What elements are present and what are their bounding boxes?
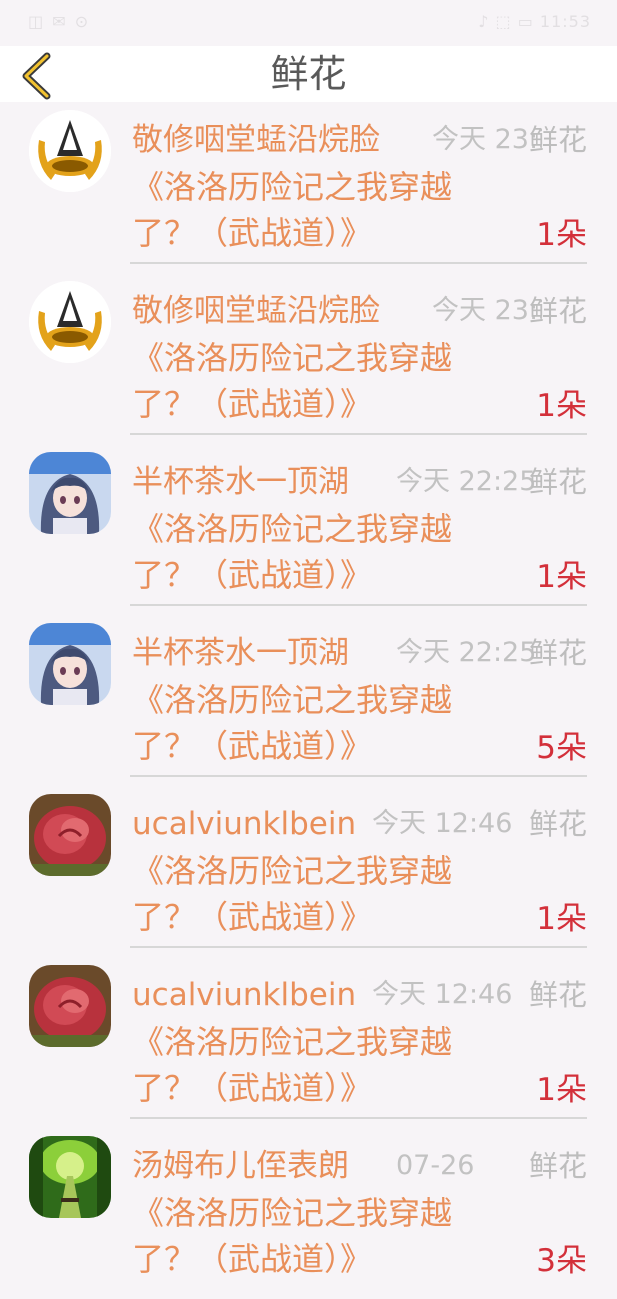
avatar[interactable] bbox=[29, 281, 111, 363]
list-item[interactable]: 半杯茶水一顶湖 今天 22:25 鲜花 《洛洛历险记之我穿越了？（武战道）》 1… bbox=[0, 444, 617, 615]
avatar[interactable] bbox=[29, 965, 111, 1047]
flower-count: 1朵 bbox=[536, 559, 587, 595]
gift-type-label: 鲜花 bbox=[528, 636, 587, 670]
nav-bar: 鲜花 bbox=[0, 46, 617, 102]
gift-type-label: 鲜花 bbox=[528, 807, 587, 841]
book-title[interactable]: 《洛洛历险记之我穿越了？（武战道）》 bbox=[132, 164, 512, 256]
flower-gift-list: 敬修咽堂蜢沿烷脸 今天 23:30 鲜花 《洛洛历险记之我穿越了？（武战道）》 … bbox=[0, 102, 617, 1299]
status-bar: ◫ ✉ ⊙ ♪ ⬚ ▭ 11:53 bbox=[0, 0, 617, 46]
avatar[interactable] bbox=[29, 452, 111, 534]
gift-time: 今天 22:25 bbox=[396, 466, 536, 497]
book-title[interactable]: 《洛洛历险记之我穿越了？（武战道）》 bbox=[132, 335, 512, 427]
wolf-logo-icon bbox=[29, 110, 111, 192]
avatar[interactable] bbox=[29, 623, 111, 705]
anime-girl-icon bbox=[29, 623, 111, 705]
username[interactable]: 半杯茶水一顶湖 bbox=[132, 460, 422, 504]
book-title[interactable]: 《洛洛历险记之我穿越了？（武战道）》 bbox=[132, 1190, 512, 1282]
divider bbox=[130, 433, 587, 435]
rose-icon bbox=[29, 965, 111, 1047]
divider bbox=[130, 775, 587, 777]
flower-count: 1朵 bbox=[536, 901, 587, 937]
avatar[interactable] bbox=[29, 110, 111, 192]
list-item[interactable]: 敬修咽堂蜢沿烷脸 今天 23:30 鲜花 《洛洛历险记之我穿越了？（武战道）》 … bbox=[0, 273, 617, 444]
gift-time: 今天 12:46 bbox=[372, 808, 513, 839]
gift-type-label: 鲜花 bbox=[528, 123, 587, 157]
username[interactable]: 汤姆布儿侄表朗 bbox=[132, 1144, 422, 1188]
gift-type-label: 鲜花 bbox=[528, 294, 587, 328]
avatar[interactable] bbox=[29, 794, 111, 876]
status-icons-left: ◫ ✉ ⊙ bbox=[28, 12, 91, 31]
gift-time: 今天 22:25 bbox=[396, 637, 536, 668]
avatar[interactable] bbox=[29, 1136, 111, 1218]
forest-path-icon bbox=[29, 1136, 111, 1218]
wolf-logo-icon bbox=[29, 281, 111, 363]
list-item[interactable]: 半杯茶水一顶湖 今天 22:25 鲜花 《洛洛历险记之我穿越了？（武战道）》 5… bbox=[0, 615, 617, 786]
list-item[interactable]: 敬修咽堂蜢沿烷脸 今天 23:30 鲜花 《洛洛历险记之我穿越了？（武战道）》 … bbox=[0, 102, 617, 273]
flower-count: 1朵 bbox=[536, 388, 587, 424]
divider bbox=[130, 1117, 587, 1119]
book-title[interactable]: 《洛洛历险记之我穿越了？（武战道）》 bbox=[132, 506, 512, 598]
list-item[interactable]: 汤姆布儿侄表朗 07-26 鲜花 《洛洛历险记之我穿越了？（武战道）》 3朵 bbox=[0, 1128, 617, 1299]
gift-time: 今天 23:30 bbox=[432, 295, 542, 326]
flower-count: 5朵 bbox=[536, 730, 587, 766]
flower-count: 1朵 bbox=[536, 217, 587, 253]
list-item[interactable]: ucalviunklbein 今天 12:46 鲜花 《洛洛历险记之我穿越了？（… bbox=[0, 957, 617, 1128]
gift-type-label: 鲜花 bbox=[528, 1149, 587, 1183]
flower-count: 3朵 bbox=[536, 1243, 587, 1279]
book-title[interactable]: 《洛洛历险记之我穿越了？（武战道）》 bbox=[132, 1019, 512, 1111]
username[interactable]: 半杯茶水一顶湖 bbox=[132, 631, 422, 675]
page-title: 鲜花 bbox=[270, 52, 347, 96]
gift-type-label: 鲜花 bbox=[528, 465, 587, 499]
username[interactable]: 敬修咽堂蜢沿烷脸 bbox=[132, 118, 422, 162]
divider bbox=[130, 262, 587, 264]
divider bbox=[130, 946, 587, 948]
gift-type-label: 鲜花 bbox=[528, 978, 587, 1012]
book-title[interactable]: 《洛洛历险记之我穿越了？（武战道）》 bbox=[132, 677, 512, 769]
rose-icon bbox=[29, 794, 111, 876]
gift-time: 07-26 bbox=[396, 1150, 475, 1181]
flower-count: 1朵 bbox=[536, 1072, 587, 1108]
status-icons-right: ♪ ⬚ ▭ 11:53 bbox=[478, 12, 591, 31]
anime-girl-icon bbox=[29, 452, 111, 534]
divider bbox=[130, 604, 587, 606]
list-item[interactable]: ucalviunklbein 今天 12:46 鲜花 《洛洛历险记之我穿越了？（… bbox=[0, 786, 617, 957]
gift-time: 今天 23:30 bbox=[432, 124, 542, 155]
book-title[interactable]: 《洛洛历险记之我穿越了？（武战道）》 bbox=[132, 848, 512, 940]
username[interactable]: 敬修咽堂蜢沿烷脸 bbox=[132, 289, 422, 333]
gift-time: 今天 12:46 bbox=[372, 979, 513, 1010]
